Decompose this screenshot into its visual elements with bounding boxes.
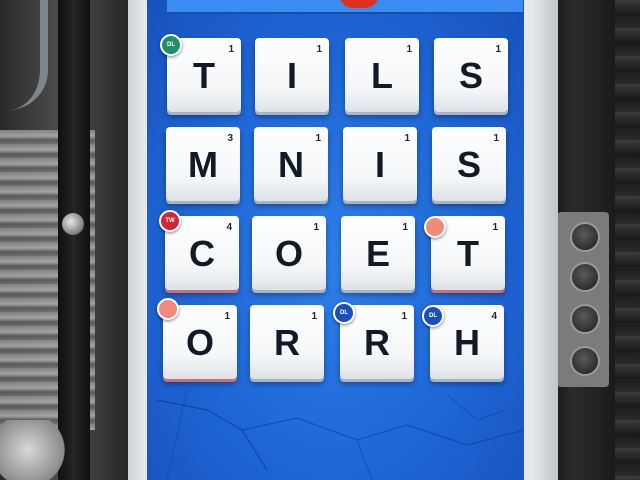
double-letter-icon: DL — [333, 302, 355, 324]
robot-hardware-left — [0, 0, 140, 480]
letter-tile[interactable]: S1 — [434, 38, 508, 112]
camera-scene: T 1 I 1 L 1 S 1 M 3 N 1 I 1 S 1 C 4 O 1 E 1 T 1 O 1 R 1 R 1 H 4 DL TW DL DL — [0, 0, 640, 480]
tile-letter: O — [185, 322, 214, 363]
tile-points: 1 — [493, 133, 499, 144]
tile-points: 1 — [313, 222, 319, 233]
tile-points: 1 — [495, 44, 501, 55]
lego-stud — [570, 304, 600, 334]
double-letter-icon: DL — [160, 34, 182, 56]
cable — [0, 0, 48, 110]
tile-points: 1 — [492, 222, 498, 233]
tile-points: 1 — [404, 133, 410, 144]
tile-points: 1 — [402, 222, 408, 233]
letter-tile[interactable]: L1 — [345, 38, 419, 112]
letter-tile[interactable]: O1 — [252, 216, 326, 290]
tile-letter: C — [189, 233, 215, 274]
tile-letter: R — [364, 322, 390, 363]
tile-points: 1 — [228, 44, 234, 55]
tile-letter: L — [371, 55, 393, 96]
letter-tile[interactable]: I1 — [255, 38, 329, 112]
tile-points: 4 — [491, 311, 497, 322]
tile-letter: E — [365, 233, 390, 274]
bolt — [62, 213, 84, 235]
tile-letter: R — [274, 322, 300, 363]
tile-letter: S — [458, 55, 483, 96]
tile-letter: I — [374, 144, 385, 185]
tile-letter: H — [454, 322, 480, 363]
tile-points: 1 — [311, 311, 317, 322]
tile-points: 1 — [224, 311, 230, 322]
tile-points: 1 — [401, 311, 407, 322]
tile-letter: S — [456, 144, 481, 185]
lego-stud — [570, 262, 600, 292]
tile-letter: O — [274, 233, 303, 274]
tile-letter: N — [278, 144, 304, 185]
lego-stud — [570, 222, 600, 252]
lego-stud — [570, 346, 600, 376]
tile-letter: M — [188, 144, 218, 185]
tile-letter: I — [286, 55, 297, 96]
tile-letter: T — [457, 233, 479, 274]
bonus-icon — [424, 216, 446, 238]
lego-beam — [615, 0, 640, 480]
tile-points: 1 — [406, 44, 412, 55]
tile-points: 4 — [226, 222, 232, 233]
letter-tile[interactable]: I1 — [343, 127, 417, 201]
letter-tile[interactable]: S1 — [432, 127, 506, 201]
tile-points: 3 — [227, 133, 233, 144]
bonus-icon — [157, 298, 179, 320]
letter-tile[interactable]: N1 — [254, 127, 328, 201]
double-letter-icon: DL — [422, 305, 444, 327]
letter-tile[interactable]: M3 — [166, 127, 240, 201]
mount-bar — [58, 0, 90, 480]
tile-letter: T — [193, 55, 215, 96]
lego-brick — [557, 212, 609, 387]
triple-word-icon: TW — [159, 210, 181, 232]
letter-tile[interactable]: R1 — [250, 305, 324, 379]
tile-points: 1 — [316, 44, 322, 55]
letter-tile[interactable]: E1 — [341, 216, 415, 290]
tile-points: 1 — [315, 133, 321, 144]
robot-hardware-right — [545, 0, 640, 480]
hardware-part — [0, 420, 70, 480]
